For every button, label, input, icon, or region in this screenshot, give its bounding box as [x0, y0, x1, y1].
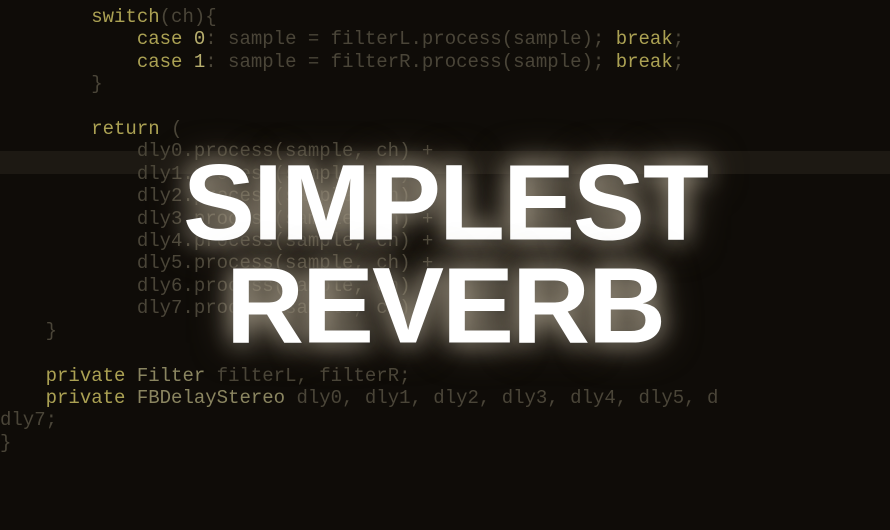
code-line-6: return ( [0, 118, 182, 140]
title-line-1: SIMPLEST [183, 152, 707, 255]
code-line-2: case 0: sample = filterL.process(sample)… [0, 28, 684, 50]
code-line-3: case 1: sample = filterR.process(sample)… [0, 51, 684, 73]
title-line-2: REVERB [183, 254, 707, 357]
code-line-20: } [0, 432, 11, 454]
code-line-19: dly7; [0, 409, 57, 431]
code-line-18: private FBDelayStereo dly0, dly1, dly2, … [0, 387, 718, 409]
code-line-4: } [0, 73, 103, 95]
code-line-17: private Filter filterL, filterR; [0, 365, 411, 387]
code-line-15: } [0, 320, 57, 342]
title-overlay: SIMPLEST REVERB [183, 152, 707, 357]
code-line-1: switch(ch){ [0, 6, 217, 28]
